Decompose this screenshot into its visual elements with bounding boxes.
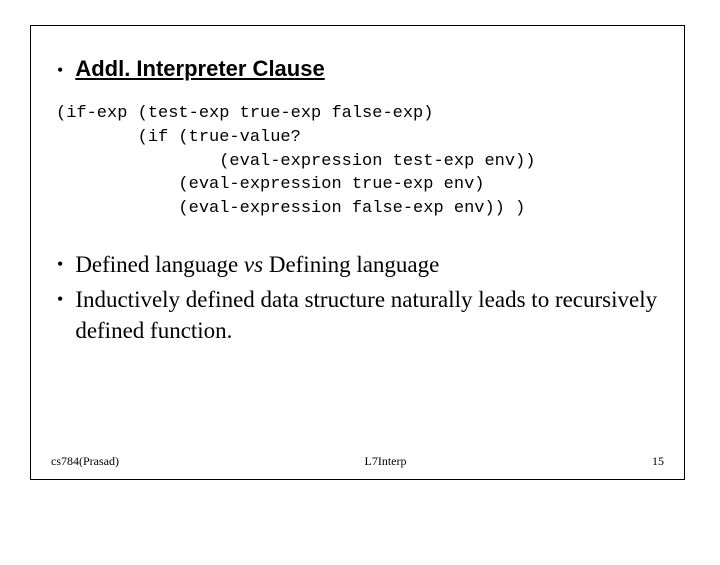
text-segment: Defining language xyxy=(263,252,439,277)
code-line: (eval-expression false-exp env)) ) xyxy=(56,199,525,218)
footer-left: cs784(Prasad) xyxy=(51,454,119,469)
bullet-text: Defined language vs Defining language xyxy=(75,249,439,280)
footer-center: L7Interp xyxy=(365,454,407,469)
slide-frame: • Addl. Interpreter Clause (if-exp (test… xyxy=(30,25,685,480)
code-line: (eval-expression true-exp env) xyxy=(56,175,484,194)
code-line: (eval-expression test-exp env)) xyxy=(56,152,535,171)
heading-bullet: • Addl. Interpreter Clause xyxy=(51,56,664,84)
bullet-dot-icon: • xyxy=(57,284,63,314)
text-segment: Defined language xyxy=(75,252,244,277)
heading-text: Addl. Interpreter Clause xyxy=(75,56,324,82)
bullet-dot-icon: • xyxy=(57,56,63,84)
bullet-item-2: • Inductively defined data structure nat… xyxy=(57,284,664,346)
code-block: (if-exp (test-exp true-exp false-exp) (i… xyxy=(56,102,664,221)
footer-right: 15 xyxy=(652,454,664,469)
bullet-dot-icon: • xyxy=(57,249,63,279)
bullet-text: Inductively defined data structure natur… xyxy=(75,284,664,346)
text-italic: vs xyxy=(244,252,263,277)
code-line: (if (true-value? xyxy=(56,128,301,147)
slide-footer: cs784(Prasad) L7Interp 15 xyxy=(51,454,664,469)
bullet-item-1: • Defined language vs Defining language xyxy=(57,249,664,280)
code-line: (if-exp (test-exp true-exp false-exp) xyxy=(56,104,433,123)
